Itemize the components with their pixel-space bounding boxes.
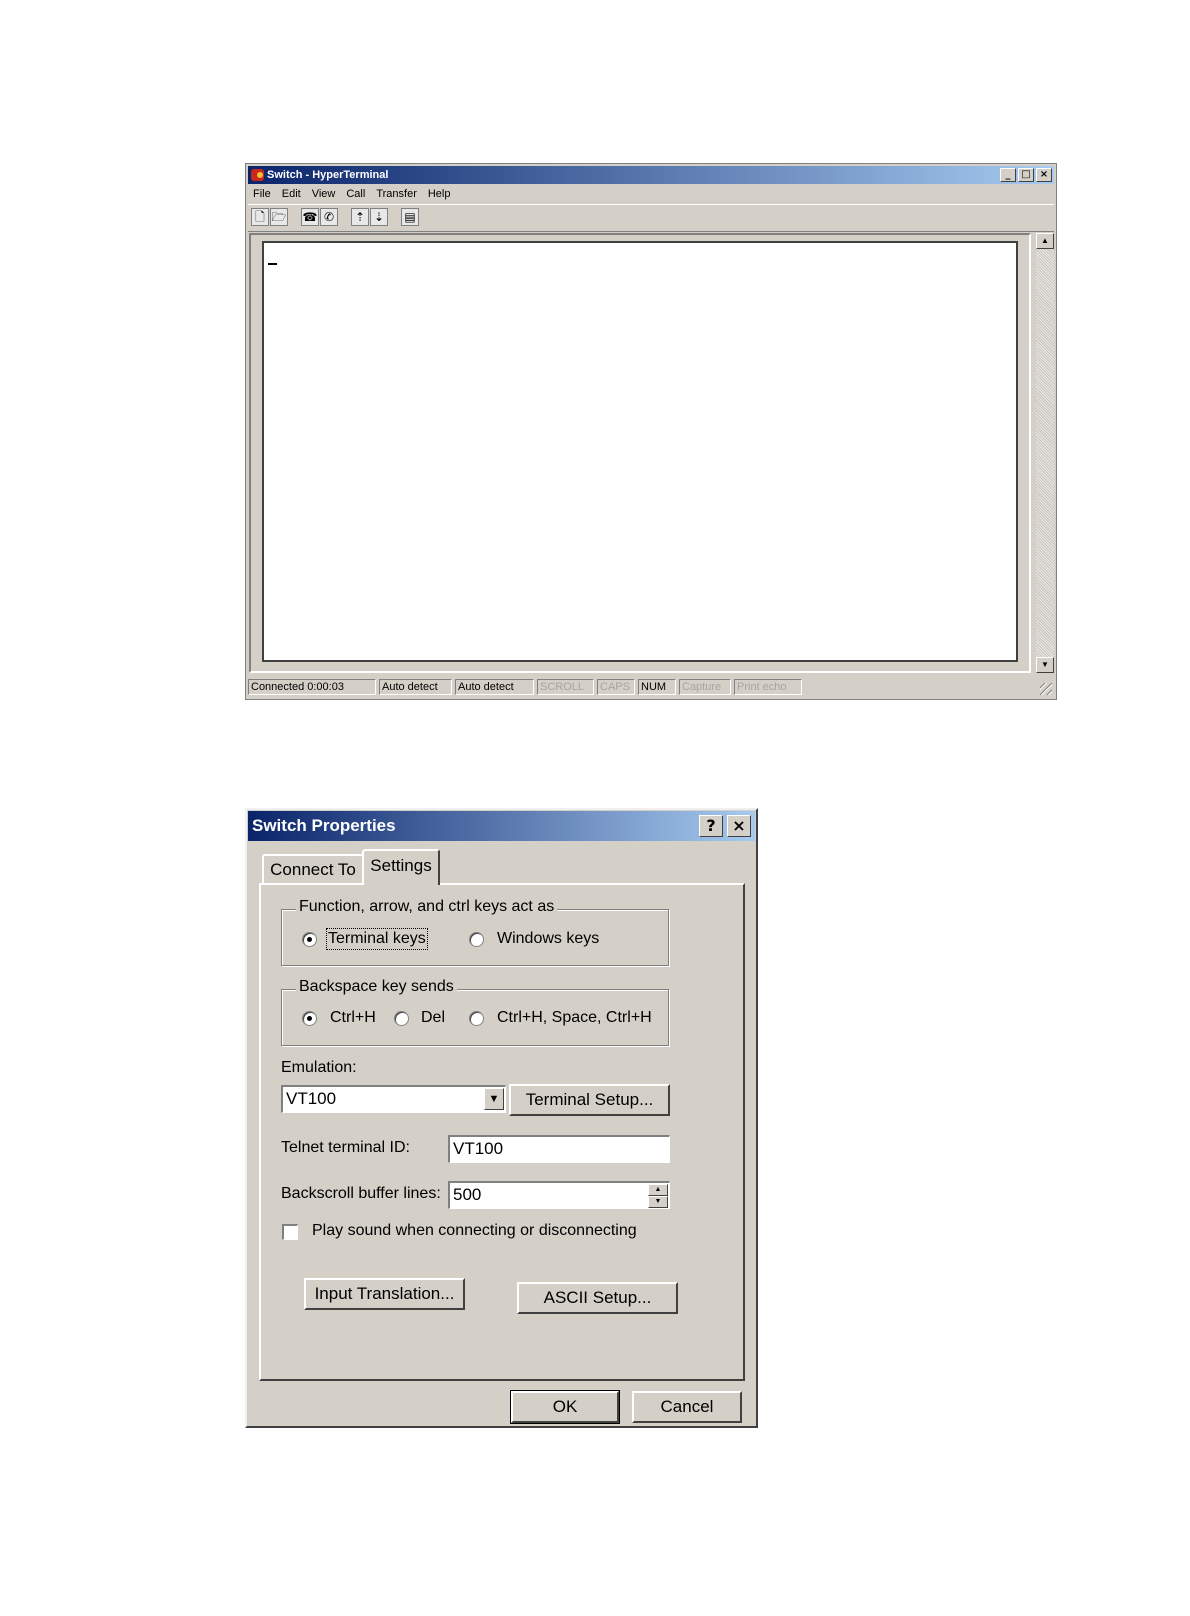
status-caps: CAPS	[597, 679, 635, 695]
menu-call[interactable]: Call	[346, 185, 365, 203]
terminal-keys-radio[interactable]	[302, 932, 317, 947]
menu-transfer[interactable]: Transfer	[376, 185, 417, 203]
toolbar: 🗋 🗁 ☎ ✆ ⇡ ⇣ ▤	[248, 204, 1054, 232]
terminal-keys-label[interactable]: Terminal keys	[326, 928, 428, 950]
emulation-select[interactable]: VT100 ▼	[281, 1085, 506, 1113]
input-translation-button[interactable]: Input Translation...	[304, 1278, 465, 1310]
ascii-setup-button[interactable]: ASCII Setup...	[517, 1282, 678, 1314]
dialog-close-icon[interactable]: ×	[727, 815, 751, 837]
emulation-value: VT100	[286, 1089, 337, 1108]
terminal-setup-button[interactable]: Terminal Setup...	[509, 1084, 670, 1116]
telnet-id-label: Telnet terminal ID:	[281, 1139, 410, 1156]
status-bar: Connected 0:00:03 Auto detect Auto detec…	[248, 677, 1054, 697]
switch-properties-dialog: Switch Properties ? × Connect To Setting…	[245, 808, 758, 1428]
menu-help[interactable]: Help	[428, 185, 451, 203]
status-scroll: SCROLL	[537, 679, 594, 695]
tab-connect-to[interactable]: Connect To	[262, 854, 364, 884]
receive-icon[interactable]: ⇣	[370, 208, 388, 226]
play-sound-checkbox[interactable]	[282, 1224, 298, 1240]
emulation-label: Emulation:	[281, 1059, 357, 1076]
help-icon[interactable]: ?	[699, 815, 723, 837]
maximize-button[interactable]: □	[1018, 168, 1034, 182]
dialog-title: Switch Properties	[252, 816, 396, 835]
spin-up-icon[interactable]: ▲	[648, 1184, 668, 1196]
title-bar[interactable]: Switch - HyperTerminal _ □ ×	[248, 166, 1054, 184]
properties-icon[interactable]: ▤	[401, 208, 419, 226]
scroll-down-arrow-icon[interactable]: ▼	[1036, 657, 1054, 673]
open-icon[interactable]: 🗁	[270, 208, 288, 226]
cancel-button[interactable]: Cancel	[632, 1391, 742, 1423]
status-print-echo: Print echo	[734, 679, 802, 695]
windows-keys-radio[interactable]	[469, 932, 484, 947]
send-icon[interactable]: ⇡	[351, 208, 369, 226]
status-auto-detect-1: Auto detect	[379, 679, 452, 695]
settings-panel: Function, arrow, and ctrl keys act as Te…	[259, 883, 745, 1381]
backspace-group: Backspace key sends Ctrl+H Del Ctrl+H, S…	[281, 978, 669, 1046]
terminal-frame	[249, 233, 1031, 673]
backscroll-input[interactable]: 500 ▲ ▼	[448, 1181, 670, 1209]
hyperterminal-app-icon[interactable]	[251, 169, 264, 181]
spin-down-icon[interactable]: ▼	[648, 1196, 668, 1208]
backscroll-label: Backscroll buffer lines:	[281, 1185, 441, 1202]
menu-bar: File Edit View Call Transfer Help	[248, 185, 1054, 203]
hyperterminal-window: Switch - HyperTerminal _ □ × File Edit V…	[245, 163, 1057, 700]
backspace-group-legend: Backspace key sends	[296, 978, 457, 996]
backscroll-spinner[interactable]: ▲ ▼	[648, 1184, 668, 1208]
ctrl-h-space-radio[interactable]	[469, 1011, 484, 1026]
resize-grip-icon[interactable]	[1040, 683, 1052, 695]
scroll-up-arrow-icon[interactable]: ▲	[1036, 233, 1054, 249]
play-sound-label[interactable]: Play sound when connecting or disconnect…	[312, 1222, 637, 1240]
menu-edit[interactable]: Edit	[282, 185, 301, 203]
terminal-screen[interactable]	[262, 241, 1018, 662]
telnet-id-input[interactable]: VT100	[448, 1135, 670, 1163]
close-button[interactable]: ×	[1036, 168, 1052, 182]
minimize-button[interactable]: _	[1000, 168, 1016, 182]
status-num: NUM	[638, 679, 676, 695]
keys-group-legend: Function, arrow, and ctrl keys act as	[296, 898, 558, 916]
ctrl-h-radio[interactable]	[302, 1011, 317, 1026]
menu-file[interactable]: File	[253, 185, 271, 203]
status-connected: Connected 0:00:03	[248, 679, 376, 695]
backscroll-value: 500	[453, 1185, 482, 1204]
chevron-down-icon[interactable]: ▼	[484, 1088, 504, 1110]
ctrl-h-label[interactable]: Ctrl+H	[330, 1009, 376, 1027]
menu-view[interactable]: View	[312, 185, 336, 203]
del-radio[interactable]	[394, 1011, 409, 1026]
vertical-scrollbar[interactable]: ▲ ▼	[1036, 233, 1054, 673]
status-capture: Capture	[679, 679, 731, 695]
del-label[interactable]: Del	[421, 1009, 445, 1027]
new-icon[interactable]: 🗋	[251, 208, 269, 226]
disconnect-icon[interactable]: ✆	[320, 208, 338, 226]
tab-settings[interactable]: Settings	[362, 849, 440, 885]
windows-keys-label[interactable]: Windows keys	[497, 930, 599, 948]
status-auto-detect-2: Auto detect	[455, 679, 534, 695]
window-title: Switch - HyperTerminal	[267, 169, 389, 181]
call-icon[interactable]: ☎	[301, 208, 319, 226]
keys-group: Function, arrow, and ctrl keys act as Te…	[281, 898, 669, 966]
ctrl-h-space-label[interactable]: Ctrl+H, Space, Ctrl+H	[497, 1009, 652, 1027]
ok-button[interactable]: OK	[510, 1390, 620, 1424]
text-cursor	[268, 263, 277, 265]
dialog-title-bar[interactable]: Switch Properties ? ×	[248, 811, 755, 841]
